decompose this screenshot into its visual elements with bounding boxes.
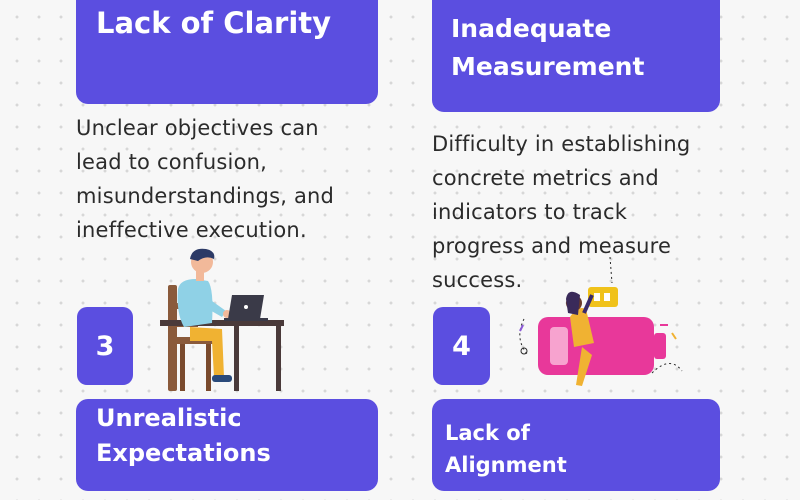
description-line: misunderstandings, and (76, 184, 335, 208)
card-title-line-1: Lack of (445, 421, 530, 445)
card-inadequate-measurement: Inadequate Measurement (432, 0, 720, 112)
number-label: 3 (95, 330, 115, 362)
number-badge-4: 4 (433, 307, 490, 385)
person-with-battery-illustration (519, 256, 683, 386)
description-line: indicators to track (432, 200, 628, 224)
description-line: lead to confusion, (76, 150, 268, 174)
description-lack-of-clarity: Unclear objectives can lead to confusion… (76, 111, 334, 247)
description-line: ineffective execution. (76, 218, 307, 242)
person-at-laptop-illustration (160, 248, 284, 391)
card-title: Lack of Clarity (96, 6, 332, 40)
number-badge-3: 3 (77, 307, 133, 385)
description-line: concrete metrics and (432, 166, 659, 190)
card-title-line-2: Alignment (445, 453, 567, 477)
description-line: Difficulty in establishing (432, 132, 691, 156)
card-lack-of-clarity: Lack of Clarity (76, 0, 378, 104)
card-unrealistic-expectations: Unrealistic Expectations (76, 399, 378, 491)
number-label: 4 (452, 330, 471, 362)
card-title-line-1: Unrealistic (96, 404, 242, 432)
card-lack-of-alignment: Lack of Alignment (432, 399, 720, 491)
card-title-line-2: Expectations (96, 439, 271, 467)
card-title-line-2: Measurement (451, 52, 645, 81)
card-title-line-1: Inadequate (451, 14, 612, 43)
description-line: Unclear objectives can (76, 116, 319, 140)
